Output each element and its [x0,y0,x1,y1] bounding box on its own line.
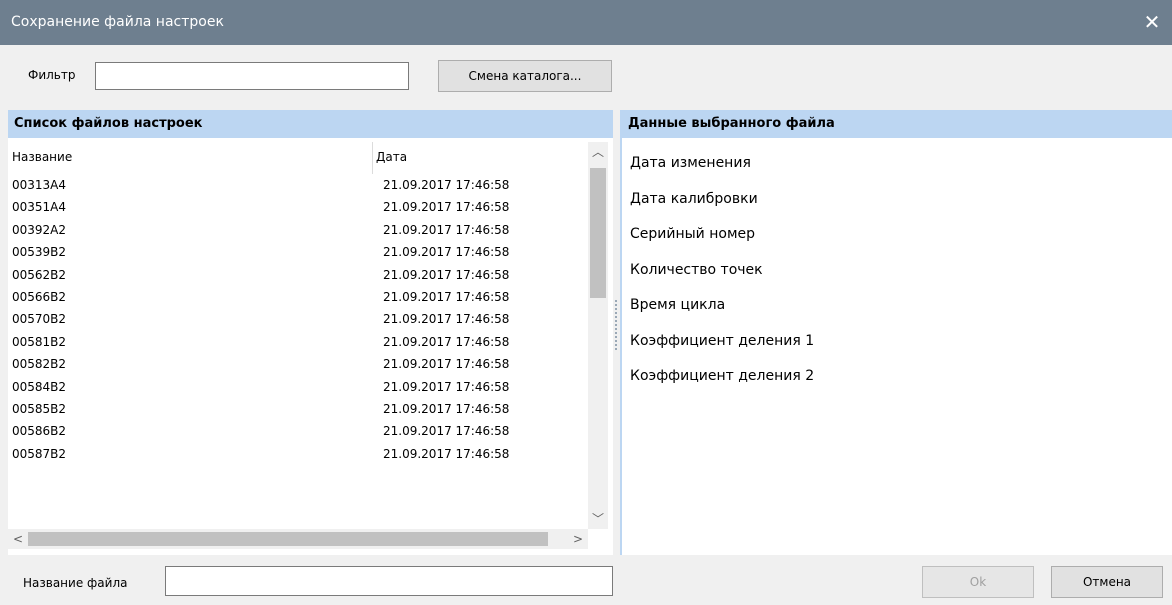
file-name-cell: 00570B2 [12,312,67,327]
column-header-name[interactable]: Название [12,150,72,164]
file-list-rows: 00313A4 21.09.2017 17:46:58 00351A4 21.09.2… [8,174,588,529]
file-list-header: Список файлов настроек [8,110,613,138]
horizontal-scrollbar[interactable]: < > [8,529,588,549]
table-row[interactable]: 00562B2 21.09.2017 17:46:58 [8,264,588,286]
vertical-scroll-thumb[interactable] [590,168,606,298]
file-date-cell: 21.09.2017 17:46:58 [383,334,510,349]
detail-field-label: Серийный номер [630,226,756,242]
file-date-cell: 21.09.2017 17:46:58 [383,289,510,304]
filename-input[interactable] [165,566,613,596]
scroll-right-icon[interactable]: > [568,529,588,549]
scroll-left-icon[interactable]: < [8,529,28,549]
file-date-cell: 21.09.2017 17:46:58 [383,200,510,215]
file-date-cell: 21.09.2017 17:46:58 [383,222,510,237]
close-icon[interactable]: ✕ [1132,0,1172,45]
filter-input[interactable] [95,62,409,90]
file-details-panel: Данные выбранного файла Дата изменения Да… [620,110,1172,555]
file-name-cell: 00581B2 [12,334,67,349]
file-name-cell: 00351A4 [12,200,67,215]
detail-field-label: Дата калибровки [630,190,758,207]
column-separator[interactable] [372,142,373,174]
table-row[interactable]: 00587B2 21.09.2017 17:46:58 [8,443,588,465]
table-row[interactable]: 00586B2 21.09.2017 17:46:58 [8,420,588,442]
file-name-cell: 00585B2 [12,401,67,416]
filename-label: Название файла [23,576,128,590]
file-name-cell: 00313A4 [12,178,67,192]
vertical-scrollbar[interactable]: ︿ ﹀ [588,142,608,529]
scroll-up-icon[interactable]: ︿ [588,142,608,162]
detail-field-label: Количество точек [630,261,763,278]
cancel-button[interactable]: Отмена [1051,566,1163,598]
panel-splitter[interactable] [613,110,620,555]
table-row[interactable]: 00585B2 21.09.2017 17:46:58 [8,398,588,420]
file-date-cell: 21.09.2017 17:46:58 [383,267,510,282]
file-details-header: Данные выбранного файла [620,110,1172,138]
file-name-cell: 00562B2 [12,267,67,282]
detail-field-label: Коэффициент деления 1 [630,332,815,349]
detail-field-label: Дата изменения [630,155,751,171]
file-date-cell: 21.09.2017 17:46:58 [383,424,510,439]
column-header-date[interactable]: Дата [376,150,407,164]
window-title: Сохранение файла настроек [11,14,224,30]
table-row[interactable]: 00566B2 21.09.2017 17:46:58 [8,286,588,308]
file-details-fields: Дата изменения Дата калибровки Серийный но… [630,150,814,399]
file-name-cell: 00539B2 [12,245,67,260]
file-name-cell: 00587B2 [12,446,67,461]
file-list-panel: Список файлов настроек Название Дата 003… [8,110,613,555]
file-name-cell: 00584B2 [12,379,67,394]
table-row[interactable]: 00584B2 21.09.2017 17:46:58 [8,376,588,398]
table-row[interactable]: 00539B2 21.09.2017 17:46:58 [8,241,588,263]
title-bar: Сохранение файла настроек ✕ [0,0,1172,45]
file-name-cell: 00566B2 [12,289,67,304]
detail-field-label: Коэффициент деления 2 [630,368,815,384]
file-date-cell: 21.09.2017 17:46:58 [383,379,510,394]
horizontal-scroll-thumb[interactable] [28,532,548,546]
table-row[interactable]: 00351A4 21.09.2017 17:46:58 [8,196,588,218]
table-row[interactable]: 00392A2 21.09.2017 17:46:58 [8,219,588,241]
table-row[interactable]: 00313A4 21.09.2017 17:46:58 [8,174,588,196]
file-name-cell: 00582B2 [12,357,67,372]
table-row[interactable]: 00581B2 21.09.2017 17:46:58 [8,331,588,353]
table-row[interactable]: 00582B2 21.09.2017 17:46:58 [8,353,588,375]
file-name-cell: 00392A2 [12,222,67,237]
filter-label: Фильтр [28,68,76,82]
file-date-cell: 21.09.2017 17:46:58 [383,357,510,372]
ok-button[interactable]: Ok [922,566,1034,598]
file-date-cell: 21.09.2017 17:46:58 [383,178,510,192]
file-date-cell: 21.09.2017 17:46:58 [383,312,510,327]
splitter-grip-icon[interactable] [615,300,619,350]
file-date-cell: 21.09.2017 17:46:58 [383,446,510,461]
detail-field-label: Время цикла [630,297,726,313]
file-name-cell: 00586B2 [12,424,67,439]
file-date-cell: 21.09.2017 17:46:58 [383,245,510,260]
table-row[interactable]: 00570B2 21.09.2017 17:46:58 [8,308,588,330]
file-date-cell: 21.09.2017 17:46:58 [383,401,510,416]
scroll-down-icon[interactable]: ﹀ [588,509,608,529]
change-directory-button[interactable]: Смена каталога... [438,60,612,92]
